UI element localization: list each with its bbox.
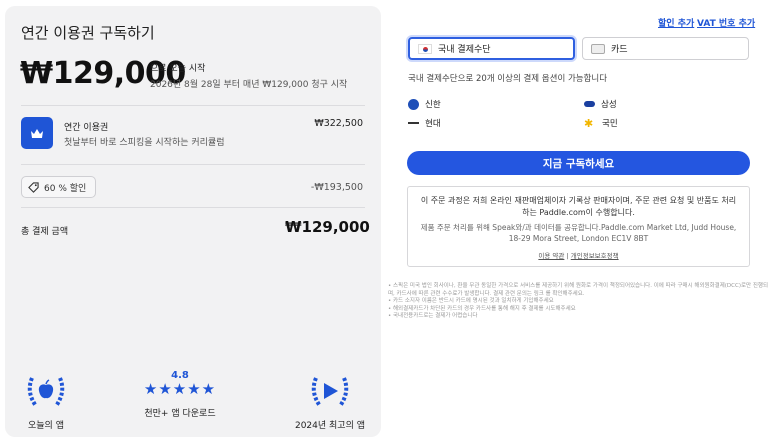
merchant-info-box: 이 주문 과정은 저희 온라인 재판매업체이자 기록상 판매자이며, 주문 관련…: [407, 186, 750, 267]
divider: [21, 105, 365, 106]
merchant-text: 이 주문 과정은 저희 온라인 재판매업체이자 기록상 판매자이며, 주문 관련…: [420, 196, 737, 217]
badge-label: 2024년 최고의 앱: [294, 421, 366, 431]
method-card-tab[interactable]: 카드: [582, 37, 749, 60]
shinhan-logo-icon: [408, 98, 419, 110]
bank-option-samsung[interactable]: 삼성: [584, 98, 617, 110]
note-item: 국내전용카드로는 결제가 어렵습니다: [388, 313, 770, 321]
bank-option-shinhan[interactable]: 신한: [408, 98, 441, 110]
divider: [21, 164, 365, 165]
page-title: 연간 이용권 구독하기: [21, 24, 155, 42]
link-separator: |: [566, 252, 569, 260]
total-amount: ₩129,000: [285, 218, 370, 236]
discount-label: 60 % 할인: [44, 183, 87, 194]
price-start-label: 으로 오늘 시작: [150, 64, 206, 74]
badge-app-of-day: 오늘의 앱: [1, 374, 91, 431]
method-label: 카드: [611, 45, 628, 55]
divider: [21, 207, 365, 208]
badge-best-app: 2024년 최고의 앱: [285, 374, 375, 431]
total-label: 총 결제 금액: [21, 227, 69, 237]
play-store-laurel-icon: [311, 377, 349, 408]
hyundai-logo-icon: [408, 122, 419, 124]
terms-link[interactable]: 이용 약관: [538, 252, 564, 260]
billing-note: 2026년 8월 28일 부터 매년 ₩129,000 청구 시작: [150, 80, 348, 90]
discount-chip: 60 % 할인: [21, 176, 96, 198]
order-summary-panel: 연간 이용권 구독하기 ₩129,000 으로 오늘 시작 2026년 8월 2…: [5, 6, 381, 437]
method-label: 국내 결제수단: [438, 45, 491, 55]
badge-label: 천만+ 앱 다운로드: [144, 409, 216, 419]
kookmin-logo-icon: ✱: [584, 116, 594, 130]
badge-label: 오늘의 앱: [28, 421, 64, 431]
note-item: 스픽은 미국 법인 회사이나, 환율 무관 동일한 가격으로 서비스를 제공하기…: [388, 283, 770, 298]
korea-flag-icon: [418, 43, 432, 54]
data-share-text: 제품 주문 처리를 위해 Speak와/과 데이터를 공유합니다.Paddle.…: [420, 223, 737, 243]
plan-name: 연간 이용권: [64, 123, 109, 133]
payment-notes: 스픽은 미국 법인 회사이나, 환율 무관 동일한 가격으로 서비스를 제공하기…: [388, 283, 770, 321]
method-domestic-tab[interactable]: 국내 결제수단: [408, 37, 575, 60]
apple-laurel-icon: [27, 377, 65, 408]
note-item: 해외결제카드가 차단된 카드의 경우 카드사를 통해 해지 후 결제를 시도해주…: [388, 306, 770, 314]
crown-icon: [21, 117, 53, 149]
legal-links: 이용 약관 | 개인정보보호정책: [408, 250, 749, 260]
tag-icon: [28, 181, 39, 193]
card-icon: [591, 43, 605, 54]
privacy-link[interactable]: 개인정보보호정책: [571, 252, 619, 260]
bank-option-hyundai[interactable]: 현대: [408, 117, 441, 129]
note-item: 카드 소지자 이름은 반드시 카드에 명시된 것과 일치하게 기입해주세요: [388, 298, 770, 306]
samsung-logo-icon: [584, 101, 595, 107]
subscribe-button[interactable]: 지금 구독하세요: [407, 151, 750, 175]
discount-amount: -₩193,500: [310, 182, 363, 193]
plan-price: ₩322,500: [314, 118, 363, 129]
add-vat-link[interactable]: VAT 번호 추가: [697, 16, 755, 29]
add-discount-link[interactable]: 할인 추가: [658, 16, 694, 29]
plan-description: 첫날부터 바로 스피킹을 시작하는 커리큘럼: [64, 138, 225, 148]
star-rating-icon: ★★★★★: [143, 380, 217, 398]
payment-info-text: 국내 결제수단으로 20개 이상의 결제 옵션이 가능합니다: [408, 74, 608, 84]
badge-rating: 4.8 ★★★★★ 천만+ 앱 다운로드: [135, 370, 225, 419]
bank-option-kookmin[interactable]: ✱ 국민: [584, 116, 618, 130]
